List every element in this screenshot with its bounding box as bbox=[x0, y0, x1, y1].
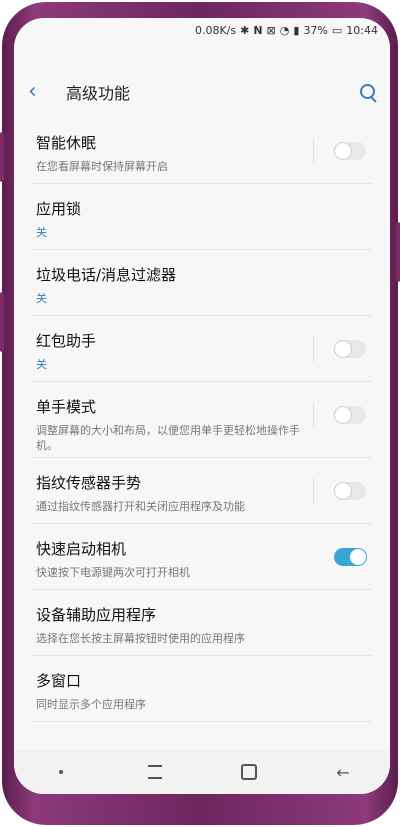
battery-level: 37% bbox=[303, 23, 328, 37]
row-subtitle: 选择在您长按主屏幕按钮时使用的应用程序 bbox=[36, 632, 245, 645]
settings-row[interactable]: 红包助手关 bbox=[32, 316, 372, 382]
bixby-button bbox=[0, 292, 4, 352]
wifi-icon: ◔ bbox=[279, 23, 290, 37]
row-subtitle: 同时显示多个应用程序 bbox=[36, 698, 146, 711]
nav-back-icon[interactable]: ← bbox=[323, 760, 363, 784]
settings-row[interactable]: 设备辅助应用程序选择在您长按主屏幕按钮时使用的应用程序 bbox=[32, 590, 372, 656]
clock: 10:44 bbox=[346, 23, 378, 37]
nav-dot-icon[interactable] bbox=[41, 760, 81, 784]
screen: 0.08K/s ✱ N ⊠ ◔ ▮ 37% ▭ 10:44 ‹ 高级功能 智能休… bbox=[14, 18, 390, 794]
power-button bbox=[396, 222, 400, 282]
row-text: 多窗口同时显示多个应用程序 bbox=[36, 670, 302, 712]
page-title: 高级功能 bbox=[66, 84, 131, 103]
row-text: 应用锁关 bbox=[36, 198, 302, 240]
row-subtitle: 调整屏幕的大小和布局，以便您用单手更轻松地操作手机。 bbox=[36, 424, 300, 452]
recent-apps-icon[interactable] bbox=[135, 760, 175, 784]
row-title: 红包助手 bbox=[36, 332, 97, 350]
row-subtitle: 关 bbox=[36, 226, 47, 239]
bluetooth-icon: ✱ bbox=[240, 23, 250, 37]
toggle-knob bbox=[334, 482, 352, 500]
row-title: 设备辅助应用程序 bbox=[36, 606, 157, 624]
row-title: 单手模式 bbox=[36, 398, 97, 416]
mute-icon: ⊠ bbox=[266, 23, 276, 37]
settings-row[interactable]: 指纹传感器手势通过指纹传感器打开和关闭应用程序及功能 bbox=[32, 458, 372, 524]
row-text: 快速启动相机快速按下电源键两次可打开相机 bbox=[36, 538, 302, 580]
row-title: 应用锁 bbox=[36, 200, 82, 218]
row-text: 设备辅助应用程序选择在您长按主屏幕按钮时使用的应用程序 bbox=[36, 604, 302, 646]
settings-row[interactable]: 智能休眠在您看屏幕时保持屏幕开启 bbox=[32, 118, 372, 184]
search-icon[interactable] bbox=[358, 82, 378, 103]
toggle-knob bbox=[349, 548, 367, 566]
settings-row[interactable]: 快速启动相机快速按下电源键两次可打开相机 bbox=[32, 524, 372, 590]
toggle-switch[interactable] bbox=[334, 548, 367, 566]
settings-row[interactable]: 垃圾电话/消息过滤器关 bbox=[32, 250, 372, 316]
row-divider bbox=[313, 478, 314, 504]
row-text: 单手模式调整屏幕的大小和布局，以便您用单手更轻松地操作手机。 bbox=[36, 396, 302, 453]
app-bar: ‹ 高级功能 bbox=[14, 70, 390, 114]
toggle-knob bbox=[334, 142, 352, 160]
row-title: 智能休眠 bbox=[36, 134, 97, 152]
phone-frame: 0.08K/s ✱ N ⊠ ◔ ▮ 37% ▭ 10:44 ‹ 高级功能 智能休… bbox=[0, 2, 400, 825]
row-title: 指纹传感器手势 bbox=[36, 474, 142, 492]
row-subtitle: 快速按下电源键两次可打开相机 bbox=[36, 566, 190, 579]
row-divider bbox=[313, 138, 314, 164]
toggle-knob bbox=[334, 406, 352, 424]
row-text: 指纹传感器手势通过指纹传感器打开和关闭应用程序及功能 bbox=[36, 472, 302, 514]
settings-row[interactable]: 应用锁关 bbox=[32, 184, 372, 250]
toggle-switch[interactable] bbox=[334, 142, 366, 160]
row-subtitle: 关 bbox=[36, 358, 47, 371]
battery-icon: ▭ bbox=[331, 23, 343, 37]
row-text: 智能休眠在您看屏幕时保持屏幕开启 bbox=[36, 132, 302, 174]
row-divider bbox=[313, 402, 314, 428]
toggle-switch[interactable] bbox=[334, 482, 366, 500]
network-speed: 0.08K/s bbox=[194, 23, 237, 37]
row-subtitle: 在您看屏幕时保持屏幕开启 bbox=[36, 160, 168, 173]
settings-list: 智能休眠 在您看屏幕时保持屏幕开启 应用锁关垃圾电话/消息过滤器关红包助手关单手模式… bbox=[14, 118, 390, 722]
row-title: 快速启动相机 bbox=[36, 540, 127, 558]
toggle-knob bbox=[334, 340, 352, 358]
signal-icon: ▮ bbox=[293, 23, 300, 37]
row-title: 垃圾电话/消息过滤器 bbox=[36, 266, 177, 284]
settings-row[interactable]: 多窗口同时显示多个应用程序 bbox=[32, 656, 372, 722]
volume-button bbox=[0, 132, 4, 182]
row-text: 红包助手关 bbox=[36, 330, 302, 372]
navigation-bar: ← bbox=[14, 750, 390, 794]
toggle-switch[interactable] bbox=[334, 406, 366, 424]
toggle-switch[interactable] bbox=[334, 340, 366, 358]
home-icon[interactable] bbox=[229, 760, 269, 784]
row-divider bbox=[313, 336, 314, 362]
settings-row[interactable]: 单手模式调整屏幕的大小和布局，以便您用单手更轻松地操作手机。 bbox=[32, 382, 372, 458]
row-subtitle: 关 bbox=[36, 292, 47, 305]
row-text: 垃圾电话/消息过滤器关 bbox=[36, 264, 302, 306]
nfc-icon: N bbox=[253, 23, 263, 37]
back-arrow-icon[interactable]: ‹ bbox=[28, 81, 58, 103]
row-title: 多窗口 bbox=[36, 672, 82, 690]
status-bar: 0.08K/s ✱ N ⊠ ◔ ▮ 37% ▭ 10:44 bbox=[14, 18, 390, 42]
row-subtitle: 通过指纹传感器打开和关闭应用程序及功能 bbox=[36, 500, 245, 513]
